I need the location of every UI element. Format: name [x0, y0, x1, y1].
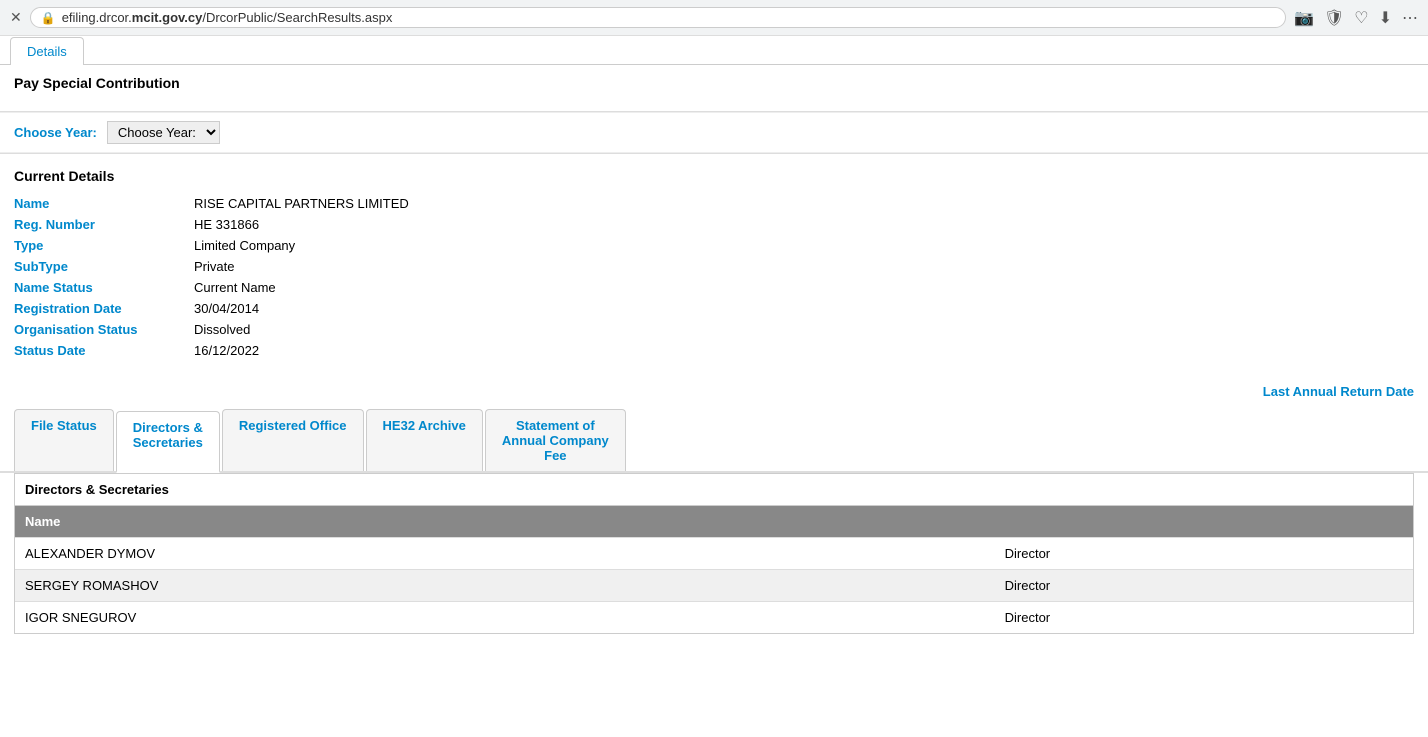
download-icon[interactable]: ⬇	[1379, 8, 1392, 28]
domain-highlight: mcit.gov.cy	[132, 10, 203, 25]
choose-year-label: Choose Year:	[14, 125, 97, 140]
current-details-section: Current Details Name RISE CAPITAL PARTNE…	[0, 154, 1428, 378]
label-status-date: Status Date	[14, 343, 194, 358]
tab-statement-annual[interactable]: Statement ofAnnual CompanyFee	[485, 409, 626, 471]
cell-name-0: ALEXANDER DYMOV	[15, 538, 995, 570]
cell-name-1: SERGEY ROMASHOV	[15, 570, 995, 602]
menu-icon[interactable]: ⋯	[1402, 8, 1418, 28]
detail-row-status-date: Status Date 16/12/2022	[14, 343, 1414, 358]
choose-year-row: Choose Year: Choose Year:	[0, 112, 1428, 153]
table-row: SERGEY ROMASHOV Director	[15, 570, 1413, 602]
label-org-status: Organisation Status	[14, 322, 194, 337]
tab-he32-archive[interactable]: HE32 Archive	[366, 409, 483, 471]
shield-icon[interactable]: 🛡	[1324, 8, 1344, 28]
col-role-header	[995, 506, 1413, 538]
label-reg-number: Reg. Number	[14, 217, 194, 232]
directors-section-title: Directors & Secretaries	[15, 474, 1413, 506]
tab-file-status[interactable]: File Status	[14, 409, 114, 471]
label-reg-date: Registration Date	[14, 301, 194, 316]
value-org-status: Dissolved	[194, 322, 250, 337]
detail-row-name: Name RISE CAPITAL PARTNERS LIMITED	[14, 196, 1414, 211]
pay-special-title: Pay Special Contribution	[14, 75, 1414, 91]
tab-directors-secretaries[interactable]: Directors &Secretaries	[116, 411, 220, 473]
cell-role-1: Director	[995, 570, 1413, 602]
label-type: Type	[14, 238, 194, 253]
address-bar[interactable]: 🔒 efiling.drcor.mcit.gov.cy/DrcorPublic/…	[30, 7, 1286, 28]
detail-row-reg-number: Reg. Number HE 331866	[14, 217, 1414, 232]
directors-section: Directors & Secretaries Name ALEXANDER D…	[14, 473, 1414, 634]
cell-role-0: Director	[995, 538, 1413, 570]
tab-registered-office[interactable]: Registered Office	[222, 409, 364, 471]
top-tab-bar: Details	[0, 36, 1428, 65]
value-subtype: Private	[194, 259, 234, 274]
close-icon[interactable]: ✕	[10, 9, 22, 26]
current-details-title: Current Details	[14, 168, 1414, 184]
browser-bar: ✕ 🔒 efiling.drcor.mcit.gov.cy/DrcorPubli…	[0, 0, 1428, 36]
col-name-header: Name	[15, 506, 995, 538]
tabs-container: File Status Directors &Secretaries Regis…	[0, 409, 1428, 473]
value-reg-number: HE 331866	[194, 217, 259, 232]
detail-row-org-status: Organisation Status Dissolved	[14, 322, 1414, 337]
detail-row-type: Type Limited Company	[14, 238, 1414, 253]
top-tab-details[interactable]: Details	[10, 37, 84, 65]
table-row: ALEXANDER DYMOV Director	[15, 538, 1413, 570]
last-annual-return-label: Last Annual Return Date	[1263, 384, 1414, 399]
choose-year-select[interactable]: Choose Year:	[107, 121, 220, 144]
cell-role-2: Director	[995, 602, 1413, 634]
browser-controls: ✕	[10, 9, 22, 26]
detail-row-reg-date: Registration Date 30/04/2014	[14, 301, 1414, 316]
value-reg-date: 30/04/2014	[194, 301, 259, 316]
cell-name-2: IGOR SNEGUROV	[15, 602, 995, 634]
browser-actions: 📷 🛡 ♡ ⬇ ⋯	[1294, 8, 1418, 28]
table-row: IGOR SNEGUROV Director	[15, 602, 1413, 634]
value-name-status: Current Name	[194, 280, 276, 295]
camera-icon[interactable]: 📷	[1294, 8, 1314, 28]
directors-table: Name ALEXANDER DYMOV Director SERGEY ROM…	[15, 506, 1413, 633]
value-type: Limited Company	[194, 238, 295, 253]
heart-icon[interactable]: ♡	[1354, 8, 1368, 28]
table-header-row: Name	[15, 506, 1413, 538]
pay-special-section: Pay Special Contribution	[0, 65, 1428, 111]
url-text: efiling.drcor.mcit.gov.cy/DrcorPublic/Se…	[62, 10, 393, 25]
label-subtype: SubType	[14, 259, 194, 274]
directors-table-container: Name ALEXANDER DYMOV Director SERGEY ROM…	[15, 506, 1413, 633]
last-annual-return: Last Annual Return Date	[0, 378, 1428, 409]
value-name: RISE CAPITAL PARTNERS LIMITED	[194, 196, 409, 211]
lock-icon: 🔒	[41, 11, 56, 25]
detail-row-subtype: SubType Private	[14, 259, 1414, 274]
detail-row-name-status: Name Status Current Name	[14, 280, 1414, 295]
label-name-status: Name Status	[14, 280, 194, 295]
value-status-date: 16/12/2022	[194, 343, 259, 358]
label-name: Name	[14, 196, 194, 211]
